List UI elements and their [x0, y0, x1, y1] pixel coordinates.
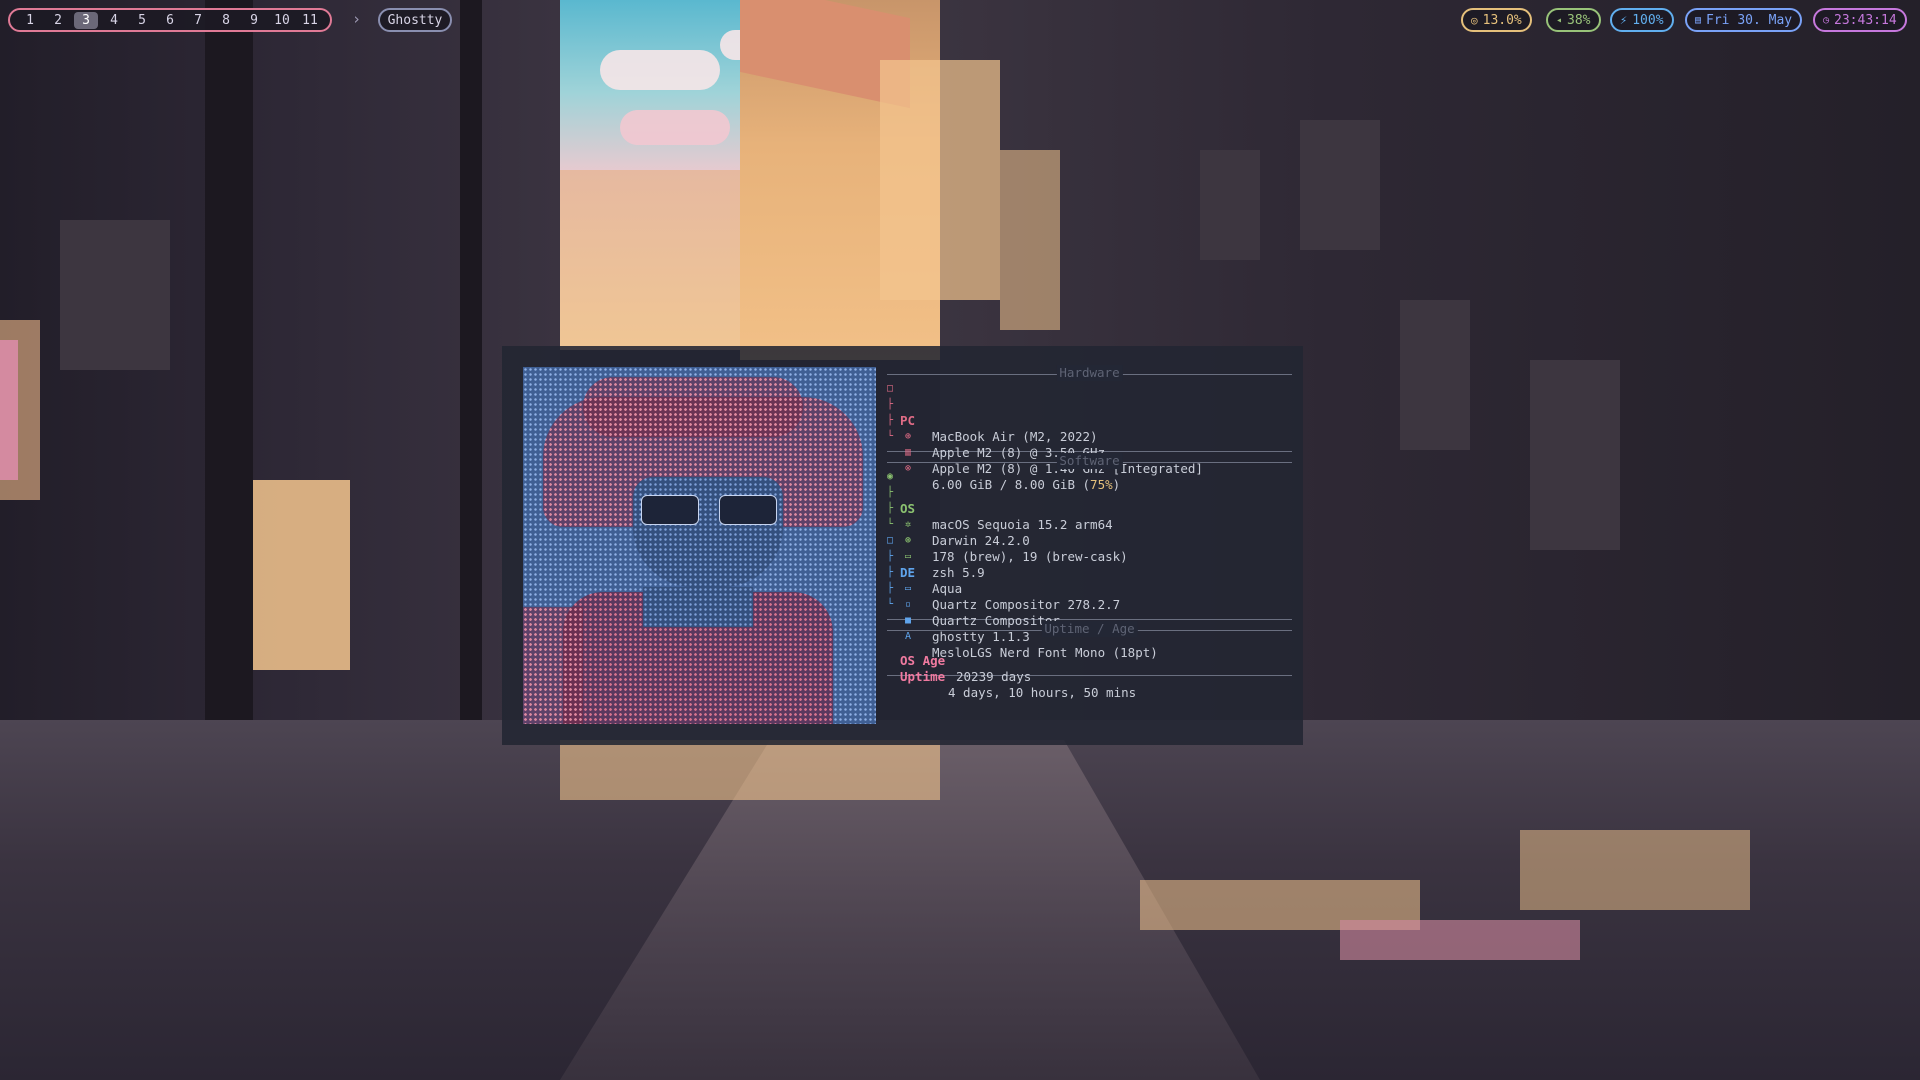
volume-value: 38%	[1567, 12, 1591, 28]
time-value: 23:43:14	[1834, 12, 1897, 28]
workspace-button-8[interactable]: 8	[214, 12, 238, 29]
section-hardware-title: Hardware	[1056, 365, 1123, 381]
tree-branch: ├	[887, 551, 894, 562]
clock-widget[interactable]: ◷ 23:43:14	[1813, 8, 1907, 32]
tree-branch: └	[887, 519, 894, 530]
workspace-button-1[interactable]: 1	[18, 12, 42, 29]
tree-box-icon: □	[887, 383, 894, 394]
tree-branch: └	[887, 431, 894, 442]
tree-branch: ├	[887, 503, 894, 514]
workspace-button-10[interactable]: 10	[270, 12, 294, 29]
section-software-title: Software	[1056, 453, 1123, 469]
cpu-value: 13.0%	[1482, 12, 1522, 28]
ascii-art-portrait	[523, 367, 876, 724]
tree-branch: ├	[887, 399, 894, 410]
bolt-icon: ⚡	[1620, 13, 1628, 27]
os-age-value: 20239 days	[956, 669, 1032, 684]
date-widget[interactable]: ▤ Fri 30. May	[1685, 8, 1803, 32]
speaker-icon: ◂	[1556, 14, 1563, 26]
fastfetch-info: Hardware □ PC MacBook Air (M2, 2022) ├ ⊕…	[887, 365, 1292, 700]
section-hardware: Hardware	[887, 365, 1292, 381]
battery-value: 100%	[1632, 12, 1664, 28]
section-uptime-title: Uptime / Age	[1041, 621, 1138, 637]
date-value: Fri 30. May	[1706, 12, 1793, 28]
battery-widget[interactable]: ⚡ 100%	[1610, 8, 1674, 32]
clock-icon: ◷	[1823, 14, 1830, 26]
chevron-right-icon: ›	[352, 10, 362, 28]
workspace-button-3[interactable]: 3	[74, 11, 98, 29]
cpu-widget[interactable]: ◎ 13.0%	[1461, 8, 1532, 32]
tree-branch: └	[887, 599, 894, 610]
workspace-button-9[interactable]: 9	[242, 12, 266, 29]
workspace-button-5[interactable]: 5	[130, 12, 154, 29]
workspace-button-7[interactable]: 7	[186, 12, 210, 29]
desktop-box-icon: □	[887, 535, 894, 546]
tree-branch: ├	[887, 487, 894, 498]
workspace-button-4[interactable]: 4	[102, 12, 126, 29]
ghostty-terminal-window[interactable]: Hardware □ PC MacBook Air (M2, 2022) ├ ⊕…	[502, 346, 1303, 745]
tree-branch: ├	[887, 567, 894, 578]
calendar-icon: ▤	[1695, 14, 1702, 26]
section-software: Software	[887, 453, 1292, 469]
tree-branch: ├	[887, 415, 894, 426]
active-app-label[interactable]: Ghostty	[378, 8, 452, 32]
uptime-key: Uptime	[900, 669, 946, 684]
workspace-button-2[interactable]: 2	[46, 12, 70, 29]
workspace-button-11[interactable]: 11	[298, 12, 322, 29]
workspace-button-6[interactable]: 6	[158, 12, 182, 29]
cpu-icon: ◎	[1471, 13, 1478, 27]
section-uptime: Uptime / Age	[887, 621, 1292, 637]
apple-logo-icon: ◉	[887, 471, 894, 482]
tree-branch: ├	[887, 583, 894, 594]
volume-widget[interactable]: ◂ 38%	[1546, 8, 1601, 32]
workspace-switcher: 1 2 3 4 5 6 7 8 9 10 11	[8, 8, 332, 32]
uptime-value: 4 days, 10 hours, 50 mins	[948, 685, 1137, 700]
